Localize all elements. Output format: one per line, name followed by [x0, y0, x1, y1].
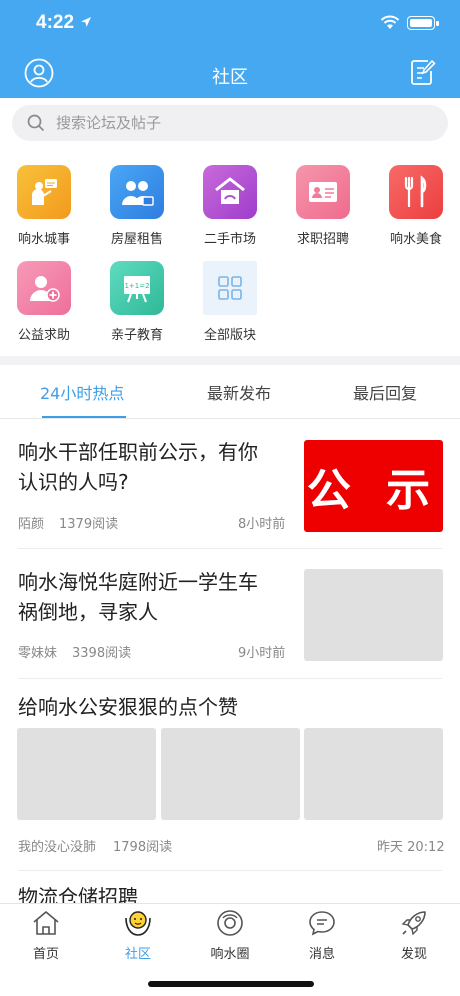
- status-time: 4:22: [36, 12, 75, 33]
- food-icon: [389, 165, 443, 219]
- town-news-icon: [17, 165, 71, 219]
- post-title-line: 给响水公安狠狠的点个赞: [18, 695, 238, 719]
- category-second-hand[interactable]: 二手市场: [190, 165, 270, 247]
- svg-text:1+1=2: 1+1=2: [124, 282, 149, 290]
- all-sections-icon: [203, 261, 257, 315]
- tabbar-label: 发现: [400, 947, 427, 962]
- category-label: 响水美食: [389, 232, 442, 247]
- post-title-line: 祸倒地，寻家人: [18, 600, 158, 624]
- discover-rocket-icon: [401, 911, 426, 936]
- post-thumbnail: [304, 569, 443, 661]
- wifi-icon: [380, 15, 400, 29]
- post-author: 零妹妹: [18, 646, 58, 661]
- category-label: 公益求助: [17, 328, 70, 343]
- tabbar-label: 社区: [124, 947, 151, 962]
- second-hand-icon: [203, 165, 257, 219]
- post-reads: 1379阅读: [59, 517, 119, 532]
- post-image: [161, 728, 300, 820]
- charity-help-icon: [17, 261, 71, 315]
- category-all-sections[interactable]: 全部版块: [190, 261, 270, 343]
- home-indicator: [148, 981, 314, 987]
- post-time: 9小时前: [238, 646, 286, 661]
- category-label: 全部版块: [203, 328, 256, 343]
- message-icon: [309, 911, 335, 936]
- post-image: [304, 728, 443, 820]
- app-header: 4:22 社区: [0, 0, 460, 98]
- category-label: 二手市场: [203, 232, 256, 247]
- page-title: 社区: [212, 67, 248, 88]
- circle-icon: [217, 910, 243, 936]
- post-author: 陌颜: [18, 517, 45, 532]
- job-card-icon: [296, 165, 350, 219]
- location-arrow-icon: [81, 17, 91, 27]
- section-divider: [0, 356, 460, 365]
- category-label: 求职招聘: [296, 232, 349, 247]
- search-input[interactable]: [56, 105, 436, 141]
- post-image: [17, 728, 156, 820]
- category-job[interactable]: 求职招聘: [283, 165, 363, 247]
- post-title-line: 响水干部任职前公示，有你: [18, 440, 258, 464]
- tabbar-label: 消息: [308, 947, 335, 962]
- tabbar-discover[interactable]: 发现: [368, 908, 460, 962]
- tab-latest[interactable]: 最新发布: [207, 380, 271, 404]
- battery-icon: [407, 16, 439, 30]
- post-reads: 3398阅读: [72, 646, 132, 661]
- category-label: 亲子教育: [110, 328, 163, 343]
- row-divider: [18, 678, 442, 679]
- tabbar-circle[interactable]: 响水圈: [184, 908, 276, 962]
- post-title-line: 响水海悦华庭附近一学生车: [18, 570, 258, 594]
- category-food[interactable]: 响水美食: [376, 165, 456, 247]
- row-divider: [18, 870, 442, 871]
- category-town-news[interactable]: 响水城事: [4, 165, 84, 247]
- post-thumbnail: 公 示: [304, 440, 443, 532]
- post-time: 昨天 20:12: [377, 840, 445, 855]
- education-board-icon: 1+1=2: [110, 261, 164, 315]
- community-icon: [125, 911, 151, 936]
- tabs-divider: [0, 418, 460, 419]
- tabbar-label: 响水圈: [210, 947, 250, 962]
- search-icon: [27, 114, 45, 132]
- category-house-rent[interactable]: 房屋租售: [97, 165, 177, 247]
- row-divider: [18, 548, 442, 549]
- category-label: 响水城事: [17, 232, 70, 247]
- post-time: 8小时前: [238, 517, 286, 532]
- search-bar[interactable]: [12, 105, 448, 141]
- post-reads: 1798阅读: [113, 840, 173, 855]
- tab-last-reply[interactable]: 最后回复: [353, 380, 417, 404]
- home-icon: [33, 911, 59, 935]
- category-label: 房屋租售: [110, 232, 163, 247]
- thumbnail-text: 公 示: [306, 465, 441, 516]
- post-author: 我的没心没肺: [18, 840, 97, 855]
- house-rent-icon: [110, 165, 164, 219]
- post-title-line: 认识的人吗?: [18, 470, 129, 494]
- category-education[interactable]: 1+1=2 亲子教育: [97, 261, 177, 343]
- tabbar-messages[interactable]: 消息: [276, 908, 368, 962]
- category-charity[interactable]: 公益求助: [4, 261, 84, 343]
- tabbar-home[interactable]: 首页: [0, 908, 92, 962]
- tab-24h-hot[interactable]: 24小时热点: [40, 380, 124, 404]
- tabbar-label: 首页: [32, 947, 59, 962]
- compose-icon[interactable]: [410, 58, 436, 86]
- tabbar-community[interactable]: 社区: [92, 908, 184, 962]
